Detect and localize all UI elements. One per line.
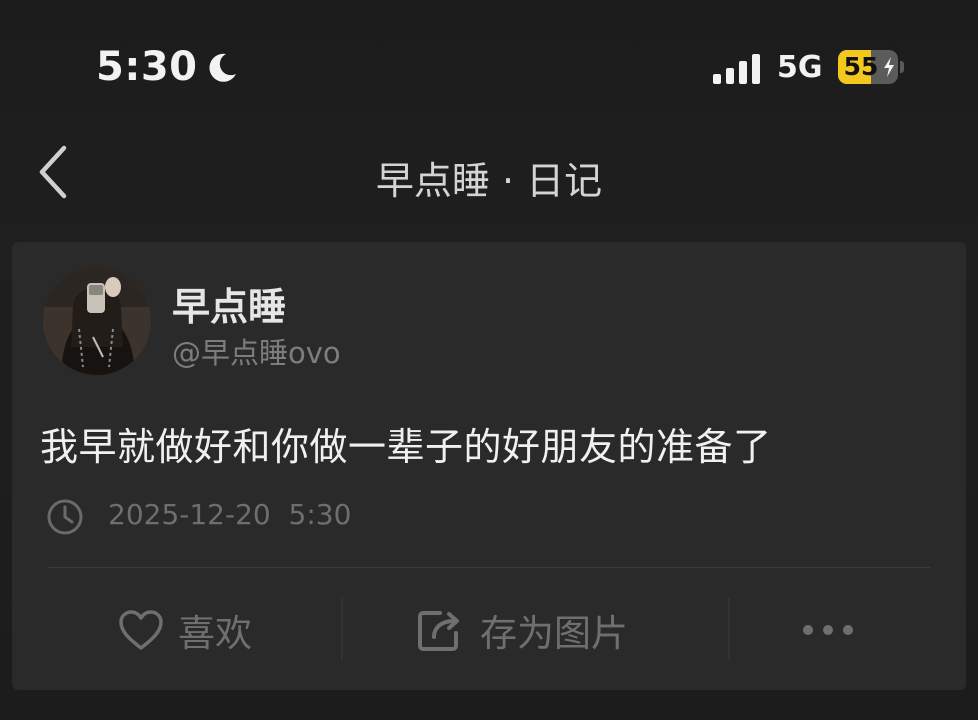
action-bar: 喜欢 存为图片 xyxy=(12,592,966,667)
like-button[interactable]: 喜欢 xyxy=(118,592,252,667)
author-handle: @早点睡ovo xyxy=(172,336,341,370)
bolt-icon xyxy=(884,57,894,77)
save-as-image-label: 存为图片 xyxy=(480,611,628,655)
heart-icon xyxy=(119,609,163,650)
page-title: 早点睡 · 日记 xyxy=(375,159,603,203)
share-out-icon xyxy=(418,610,459,651)
save-as-image-button[interactable]: 存为图片 xyxy=(416,592,628,667)
avatar[interactable] xyxy=(43,267,151,375)
author-name[interactable]: 早点睡 xyxy=(172,276,286,331)
like-label: 喜欢 xyxy=(178,611,252,655)
post-card: 早点睡 @早点睡ovo 我早就做好和你做一辈子的好朋友的准备了 2025-12-… xyxy=(12,242,966,690)
battery-indicator: 55 xyxy=(838,50,898,84)
post-text: 我早就做好和你做一辈子的好朋友的准备了 xyxy=(40,425,772,469)
moon-icon xyxy=(209,53,236,82)
post-timestamp: 2025-12-20 5:30 xyxy=(108,498,352,531)
screen: 5:30 5G 55 早点睡 · 日记 早点睡 @早点睡ovo 我早就做好和你做… xyxy=(0,0,978,720)
more-icon xyxy=(803,624,853,635)
action-separator xyxy=(341,598,343,660)
status-bar: 5:30 5G 55 xyxy=(0,0,978,130)
clock-icon xyxy=(47,499,83,535)
more-button[interactable] xyxy=(800,592,856,667)
status-time: 5:30 xyxy=(96,44,198,90)
battery-cap xyxy=(900,61,904,73)
nav-bar: 早点睡 · 日记 xyxy=(0,130,978,220)
battery-percentage: 55 xyxy=(843,52,879,81)
action-separator xyxy=(728,598,730,660)
avatar-image xyxy=(43,267,151,375)
network-type-label: 5G xyxy=(777,50,823,85)
signal-icon xyxy=(713,54,760,84)
divider xyxy=(48,567,930,568)
